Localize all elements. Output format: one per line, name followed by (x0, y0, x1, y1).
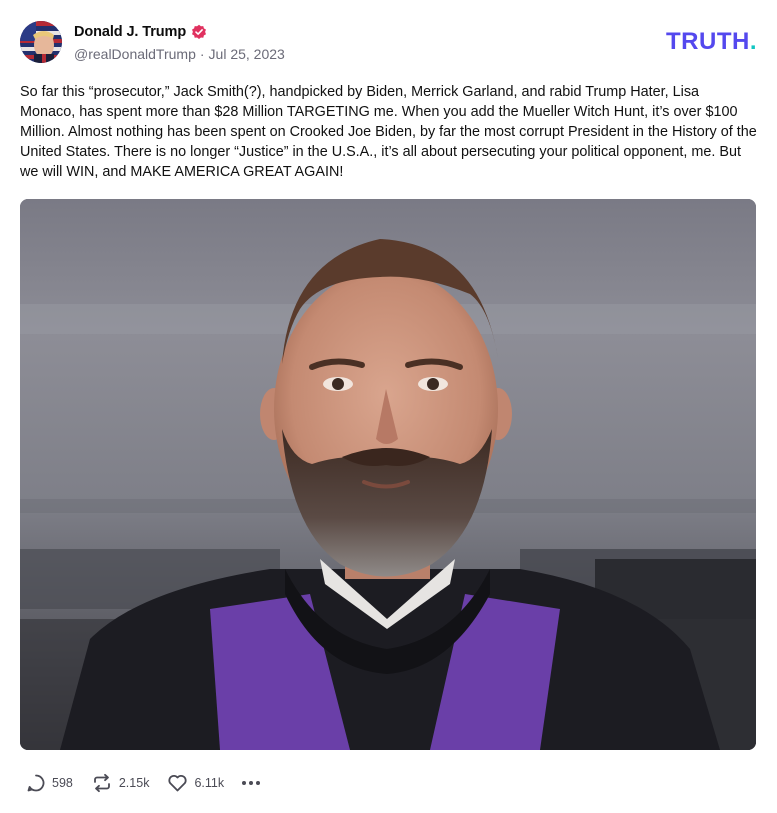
author-handle[interactable]: @realDonaldTrump (74, 46, 196, 62)
post-text: So far this “prosecutor,” Jack Smith(?),… (20, 84, 757, 180)
truth-logo: TRUTH. (666, 29, 757, 55)
heart-icon (167, 773, 188, 793)
reply-count: 598 (52, 776, 73, 790)
post-date[interactable]: Jul 25, 2023 (209, 46, 285, 62)
post-actions: 598 2.15k 6.11k (26, 771, 261, 795)
reply-bubble-icon (26, 773, 46, 793)
retruth-count: 2.15k (118, 776, 150, 790)
author-name-row: Donald J. Trump (74, 22, 207, 42)
retruth-button[interactable]: 2.15k (91, 773, 150, 793)
reply-button[interactable]: 598 (26, 773, 73, 793)
like-button[interactable]: 6.11k (167, 773, 224, 793)
truth-post: Donald J. Trump @realDonaldTrump · Jul 2… (0, 0, 777, 813)
retruth-arrows-icon (91, 773, 113, 793)
verified-badge-icon (191, 24, 207, 40)
avatar[interactable] (20, 21, 62, 63)
truth-logo-dot: . (749, 28, 757, 55)
ellipsis-icon[interactable] (242, 773, 261, 793)
like-count: 6.11k (194, 776, 225, 790)
meta-separator: · (199, 46, 205, 62)
author-meta: @realDonaldTrump · Jul 25, 2023 (74, 46, 285, 62)
author-display-name[interactable]: Donald J. Trump (74, 24, 186, 40)
post-image[interactable] (20, 199, 756, 750)
truth-logo-text: TRUTH (666, 28, 750, 55)
